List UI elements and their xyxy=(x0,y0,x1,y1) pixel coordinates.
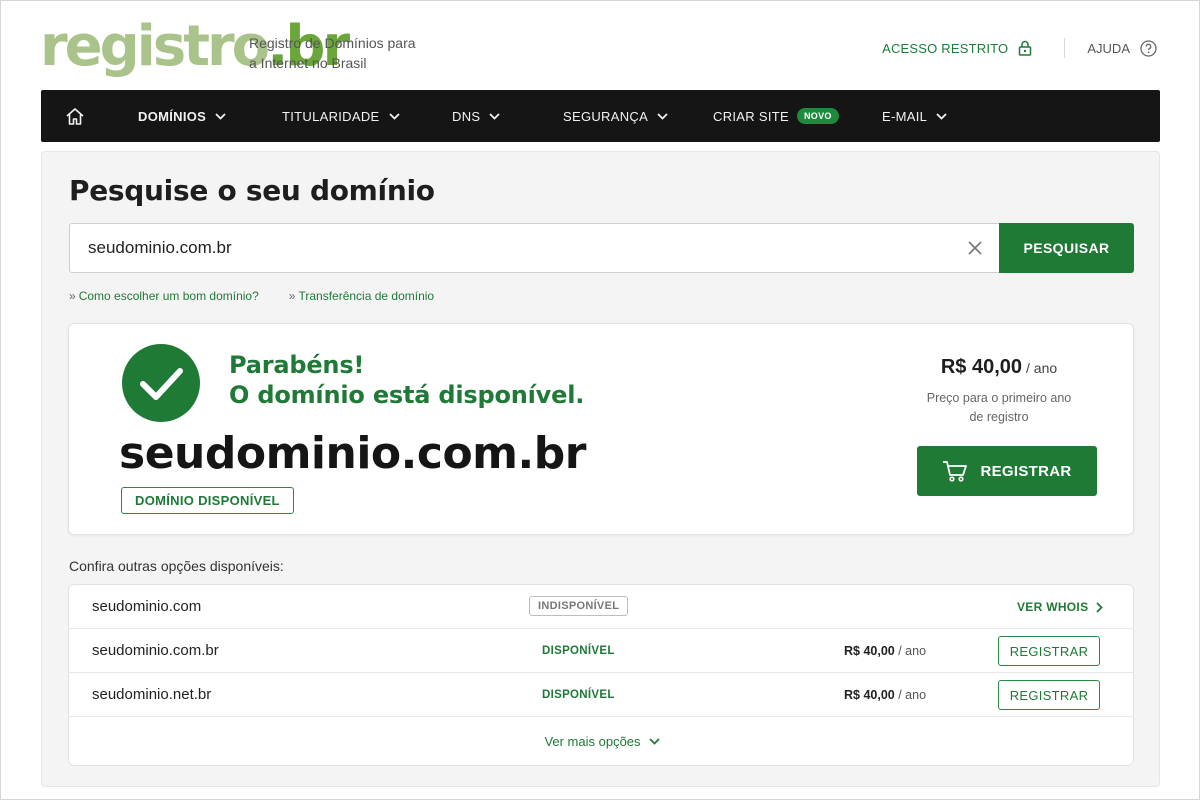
registrar-main-button[interactable]: REGISTRAR xyxy=(917,446,1097,496)
chevron-down-icon xyxy=(657,112,668,120)
dominio-disponivel-tag: DOMÍNIO DISPONÍVEL xyxy=(121,487,294,514)
result-card: Parabéns! O domínio está disponível. seu… xyxy=(68,323,1134,535)
chevron-down-icon xyxy=(215,112,226,120)
option-domain-name: seudominio.com xyxy=(92,598,202,615)
option-domain-name: seudominio.com.br xyxy=(92,642,219,659)
cart-icon xyxy=(943,461,968,482)
congrats-line2: O domínio está disponível. xyxy=(229,381,585,409)
lock-icon xyxy=(1019,40,1032,56)
site-header: registro.br Registro de Domínios para a … xyxy=(1,1,1200,91)
search-box xyxy=(69,223,1000,273)
nav-email[interactable]: E-MAIL xyxy=(882,90,947,142)
nav-seguranca[interactable]: SEGURANÇA xyxy=(563,90,668,142)
ver-whois-label: VER WHOIS xyxy=(1017,600,1089,614)
main-nav: DOMÍNIOS TITULARIDADE DNS SEGURANÇA CRIA… xyxy=(41,90,1160,142)
ver-whois-link[interactable]: VER WHOIS xyxy=(1017,585,1104,629)
help-circle-icon xyxy=(1140,39,1157,57)
help-links: » Como escolher um bom domínio? » Transfer… xyxy=(69,289,464,303)
option-price-per: / ano xyxy=(898,688,927,702)
transferencia-link[interactable]: » Transferência de domínio xyxy=(289,289,434,303)
ver-mais-label: Ver mais opções xyxy=(544,733,641,749)
main-panel: Pesquise o seu domínio PESQUISAR »Como e… xyxy=(41,151,1160,787)
option-price-per: / ano xyxy=(898,644,927,658)
registrar-option-button[interactable]: REGISTRAR xyxy=(998,680,1100,710)
option-price-value: R$ 40,00 xyxy=(844,644,895,658)
price-block: R$ 40,00/ ano Preço para o primeiro ano … xyxy=(889,356,1109,427)
congrats-message: Parabéns! O domínio está disponível. xyxy=(229,350,584,410)
como-escolher-link[interactable]: » Como escolher um bom domínio? xyxy=(69,289,259,303)
option-price: R$ 40,00 / ano xyxy=(844,673,926,717)
option-domain-name: seudominio.net.br xyxy=(92,686,212,703)
nav-criar-site[interactable]: CRIAR SITE NOVO xyxy=(713,90,839,142)
option-price: R$ 40,00 / ano xyxy=(844,629,926,673)
status-badge-disponivel: DISPONÍVEL xyxy=(542,645,615,657)
nav-dominios-label: DOMÍNIOS xyxy=(138,108,207,124)
transferencia-label: Transferência de domínio xyxy=(298,289,435,303)
nav-home[interactable] xyxy=(65,90,85,142)
top-links: ACESSO RESTRITO AJUDA xyxy=(882,37,1157,59)
price-note: Preço para o primeiro ano de registro xyxy=(889,389,1109,427)
domain-search-input[interactable] xyxy=(88,224,948,272)
pesquisar-button[interactable]: PESQUISAR xyxy=(999,223,1134,273)
ajuda-label: AJUDA xyxy=(1087,40,1130,56)
option-price-value: R$ 40,00 xyxy=(844,688,895,702)
tagline-line1: Registro de Domínios para xyxy=(249,35,416,51)
searched-domain: seudominio.com.br xyxy=(119,428,586,479)
clear-icon[interactable] xyxy=(967,240,983,256)
novo-badge: NOVO xyxy=(796,108,839,124)
price-note-line1: Preço para o primeiro ano xyxy=(926,391,1072,405)
table-row: seudominio.net.br DISPONÍVEL R$ 40,00 / … xyxy=(69,673,1133,717)
registrar-option-button[interactable]: REGISTRAR xyxy=(998,636,1100,666)
ajuda-link[interactable]: AJUDA xyxy=(1087,39,1157,57)
registrar-main-label: REGISTRAR xyxy=(980,462,1072,480)
table-row: seudominio.com.br DISPONÍVEL R$ 40,00 / … xyxy=(69,629,1133,673)
nav-criar-site-label: CRIAR SITE xyxy=(713,108,789,124)
price-value: R$ 40,00 xyxy=(940,356,1023,378)
chevron-down-icon xyxy=(648,737,660,745)
raquo-icon: » xyxy=(288,289,296,303)
raquo-icon: » xyxy=(69,289,76,303)
chevron-down-icon xyxy=(388,112,400,120)
page-title: Pesquise o seu domínio xyxy=(69,174,435,207)
check-circle-icon xyxy=(122,344,200,422)
nav-seguranca-label: SEGURANÇA xyxy=(563,108,649,124)
price-main: R$ 40,00/ ano xyxy=(889,356,1109,379)
chevron-right-icon xyxy=(1096,601,1104,613)
home-icon xyxy=(66,107,84,125)
acesso-restrito-link[interactable]: ACESSO RESTRITO xyxy=(882,40,1032,56)
table-row: seudominio.com INDISPONÍVEL VER WHOIS xyxy=(69,585,1133,629)
nav-email-label: E-MAIL xyxy=(882,108,928,124)
chevron-down-icon xyxy=(936,112,947,120)
congrats-line1: Parabéns! xyxy=(229,351,365,379)
price-note-line2: de registro xyxy=(969,410,1029,424)
nav-titularidade-label: TITULARIDADE xyxy=(282,108,380,124)
top-links-divider xyxy=(1064,38,1066,58)
status-badge-indisponivel: INDISPONÍVEL xyxy=(529,596,629,616)
nav-titularidade[interactable]: TITULARIDADE xyxy=(282,90,400,142)
status-badge-disponivel: DISPONÍVEL xyxy=(542,689,615,701)
tagline-line2: a Internet no Brasil xyxy=(249,55,367,71)
other-options-title: Confira outras opções disponíveis: xyxy=(69,558,284,574)
nav-dns-label: DNS xyxy=(452,108,481,124)
site-tagline: Registro de Domínios para a Internet no … xyxy=(249,33,416,73)
acesso-restrito-label: ACESSO RESTRITO xyxy=(882,40,1009,56)
chevron-down-icon xyxy=(489,112,500,120)
nav-dominios[interactable]: DOMÍNIOS xyxy=(138,90,226,142)
como-escolher-label: Como escolher um bom domínio? xyxy=(78,289,259,303)
price-per: / ano xyxy=(1026,360,1058,376)
ver-mais-opcoes-link[interactable]: Ver mais opções xyxy=(69,717,1133,765)
nav-dns[interactable]: DNS xyxy=(452,90,500,142)
other-options-list: seudominio.com INDISPONÍVEL VER WHOIS se… xyxy=(68,584,1134,766)
